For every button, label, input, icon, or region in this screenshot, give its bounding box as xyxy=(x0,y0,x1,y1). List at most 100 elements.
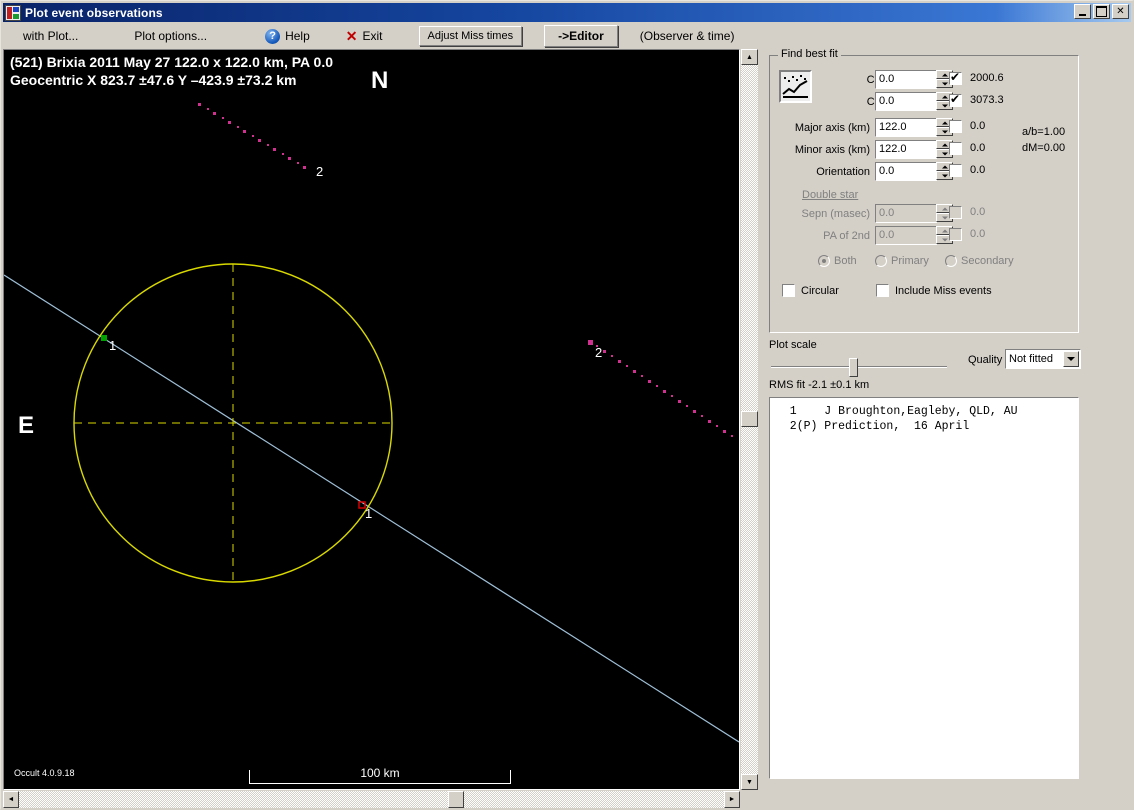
chevron-down-icon[interactable] xyxy=(1063,351,1079,367)
editor-button[interactable]: ->Editor xyxy=(544,25,618,47)
close-button[interactable]: ✕ xyxy=(1112,4,1129,19)
radio-secondary-label: Secondary xyxy=(961,255,1014,267)
plot-area[interactable]: (521) Brixia 2011 May 27 122.0 x 122.0 k… xyxy=(3,49,740,790)
app-icon xyxy=(5,4,21,21)
title-bar: Plot event observations ✕ xyxy=(3,3,1131,22)
checkbox-center-y[interactable] xyxy=(949,92,962,107)
error-minor-axis: 0.0 xyxy=(970,142,986,154)
slider-track xyxy=(771,366,947,368)
error-sepn-masec: 0.0 xyxy=(970,206,986,218)
close-icon: ✕ xyxy=(1116,5,1125,17)
toolbar: with Plot... Plot options... ? Help ✕ Ex… xyxy=(3,23,1131,49)
radio-secondary: Secondary xyxy=(945,255,1014,267)
horizontal-scroll-thumb[interactable] xyxy=(448,791,464,808)
error-center-y: 3073.3 xyxy=(970,94,1004,106)
ratio-dm: dM=0.00 xyxy=(1022,142,1066,154)
value-sepn-masec: 0.0 xyxy=(879,207,895,219)
plot-header-line-1: (521) Brixia 2011 May 27 122.0 x 122.0 k… xyxy=(10,54,333,70)
value-minor-axis: 122.0 xyxy=(879,143,907,155)
label-minor-axis: Minor axis (km) xyxy=(794,144,870,156)
value-orientation: 0.0 xyxy=(879,165,895,177)
vertical-scroll-thumb[interactable] xyxy=(741,411,758,427)
version-label: Occult 4.0.9.18 xyxy=(14,768,75,778)
chevron-up-icon: ▲ xyxy=(746,53,753,61)
chevron-right-icon: ► xyxy=(728,796,736,803)
value-major-axis: 122.0 xyxy=(879,121,907,133)
scroll-left-button[interactable]: ◄ xyxy=(3,791,19,808)
chevron-left-icon: ◄ xyxy=(7,796,15,803)
predicted-chord-lower xyxy=(588,340,733,437)
maximize-button[interactable] xyxy=(1093,4,1110,19)
plot-scale-label: Plot scale xyxy=(769,339,817,351)
value-pa-of-2nd: 0.0 xyxy=(879,229,895,241)
minimize-button[interactable] xyxy=(1074,4,1091,19)
chord-start-marker xyxy=(101,335,107,341)
input-center-y[interactable]: 0.0 xyxy=(875,92,953,111)
checkbox-center-x[interactable] xyxy=(949,70,962,85)
checkbox-include-miss-label: Include Miss events xyxy=(895,284,992,297)
window-title: Plot event observations xyxy=(25,5,163,20)
occultation-plot xyxy=(4,103,739,743)
observations-listbox[interactable]: 1 J Broughton,Eagleby, QLD, AU 2(P) Pred… xyxy=(769,397,1079,779)
label-sepn-masec: Sepn (masec) xyxy=(801,208,870,220)
radio-both-icon xyxy=(818,255,830,267)
predicted-chord-upper xyxy=(198,103,306,169)
quality-dropdown[interactable]: Not fitted xyxy=(1005,349,1081,369)
input-orientation[interactable]: 0.0 xyxy=(875,162,953,181)
slider-thumb[interactable] xyxy=(849,358,858,377)
plot-vertical-scrollbar[interactable]: ▲ ▼ xyxy=(741,49,758,790)
scale-bar-label: 100 km xyxy=(356,766,404,780)
error-major-axis: 0.0 xyxy=(970,120,986,132)
error-pa-of-2nd: 0.0 xyxy=(970,228,986,240)
scroll-right-button[interactable]: ► xyxy=(724,791,740,808)
menu-help-label: Help xyxy=(285,29,310,43)
checkbox-circular-label: Circular xyxy=(801,284,839,297)
east-label: E xyxy=(18,412,35,439)
checkbox-circular[interactable] xyxy=(782,284,795,297)
label-major-axis: Major axis (km) xyxy=(794,122,870,134)
checkbox-minor-axis[interactable] xyxy=(949,142,962,155)
checkbox-circular-row[interactable]: Circular xyxy=(782,284,839,297)
radio-primary: Primary xyxy=(875,255,929,267)
ratio-ab: a/b=1.00 xyxy=(1022,126,1066,138)
input-sepn-masec: 0.0 xyxy=(875,204,953,223)
chord-label-2-lower: 2 xyxy=(595,345,603,360)
menu-help[interactable]: ? Help xyxy=(259,28,316,44)
chord-label-1-end: 1 xyxy=(365,506,373,521)
checkbox-sepn-masec xyxy=(949,206,962,219)
find-best-fit-title: Find best fit xyxy=(778,48,841,60)
input-center-x[interactable]: 0.0 xyxy=(875,70,953,89)
adjust-miss-times-button[interactable]: Adjust Miss times xyxy=(418,26,523,46)
chord-label-2-upper: 2 xyxy=(316,164,324,179)
value-center-x: 0.0 xyxy=(879,73,895,85)
checkbox-include-miss[interactable] xyxy=(876,284,889,297)
scroll-up-button[interactable]: ▲ xyxy=(741,49,758,65)
radio-secondary-icon xyxy=(945,255,957,267)
menu-plot-options[interactable]: Plot options... xyxy=(128,29,213,43)
plot-scale-slider[interactable] xyxy=(771,358,947,377)
menu-with-plot[interactable]: with Plot... xyxy=(17,29,84,43)
close-icon: ✕ xyxy=(345,28,358,44)
quality-value: Not fitted xyxy=(1009,353,1054,365)
menu-exit[interactable]: ✕ Exit xyxy=(340,29,389,43)
scroll-down-button[interactable]: ▼ xyxy=(741,774,758,790)
input-major-axis[interactable]: 122.0 xyxy=(875,118,953,137)
label-orientation: Orientation xyxy=(816,166,870,178)
radio-both-label: Both xyxy=(834,255,857,267)
value-center-y: 0.0 xyxy=(879,95,895,107)
help-icon: ? xyxy=(265,28,281,44)
main-window: Plot event observations ✕ with Plot... P… xyxy=(0,0,1134,810)
observer-time-label: (Observer & time) xyxy=(639,29,735,43)
right-panel: Find best fit Center X 0.0 xyxy=(763,48,1131,791)
input-minor-axis[interactable]: 122.0 xyxy=(875,140,953,159)
error-center-x: 2000.6 xyxy=(970,72,1004,84)
input-pa-of-2nd: 0.0 xyxy=(875,226,953,245)
plot-header-line-2: Geocentric X 823.7 ±47.6 Y –423.9 ±73.2 … xyxy=(10,72,297,88)
checkbox-include-miss-row[interactable]: Include Miss events xyxy=(876,284,992,297)
checkbox-orientation[interactable] xyxy=(949,164,962,177)
plot-horizontal-scrollbar[interactable]: ◄ ► xyxy=(3,791,740,808)
north-label: N xyxy=(371,67,389,94)
rms-fit-label: RMS fit -2.1 ±0.1 km xyxy=(769,379,870,391)
radio-primary-icon xyxy=(875,255,887,267)
checkbox-major-axis[interactable] xyxy=(949,120,962,133)
